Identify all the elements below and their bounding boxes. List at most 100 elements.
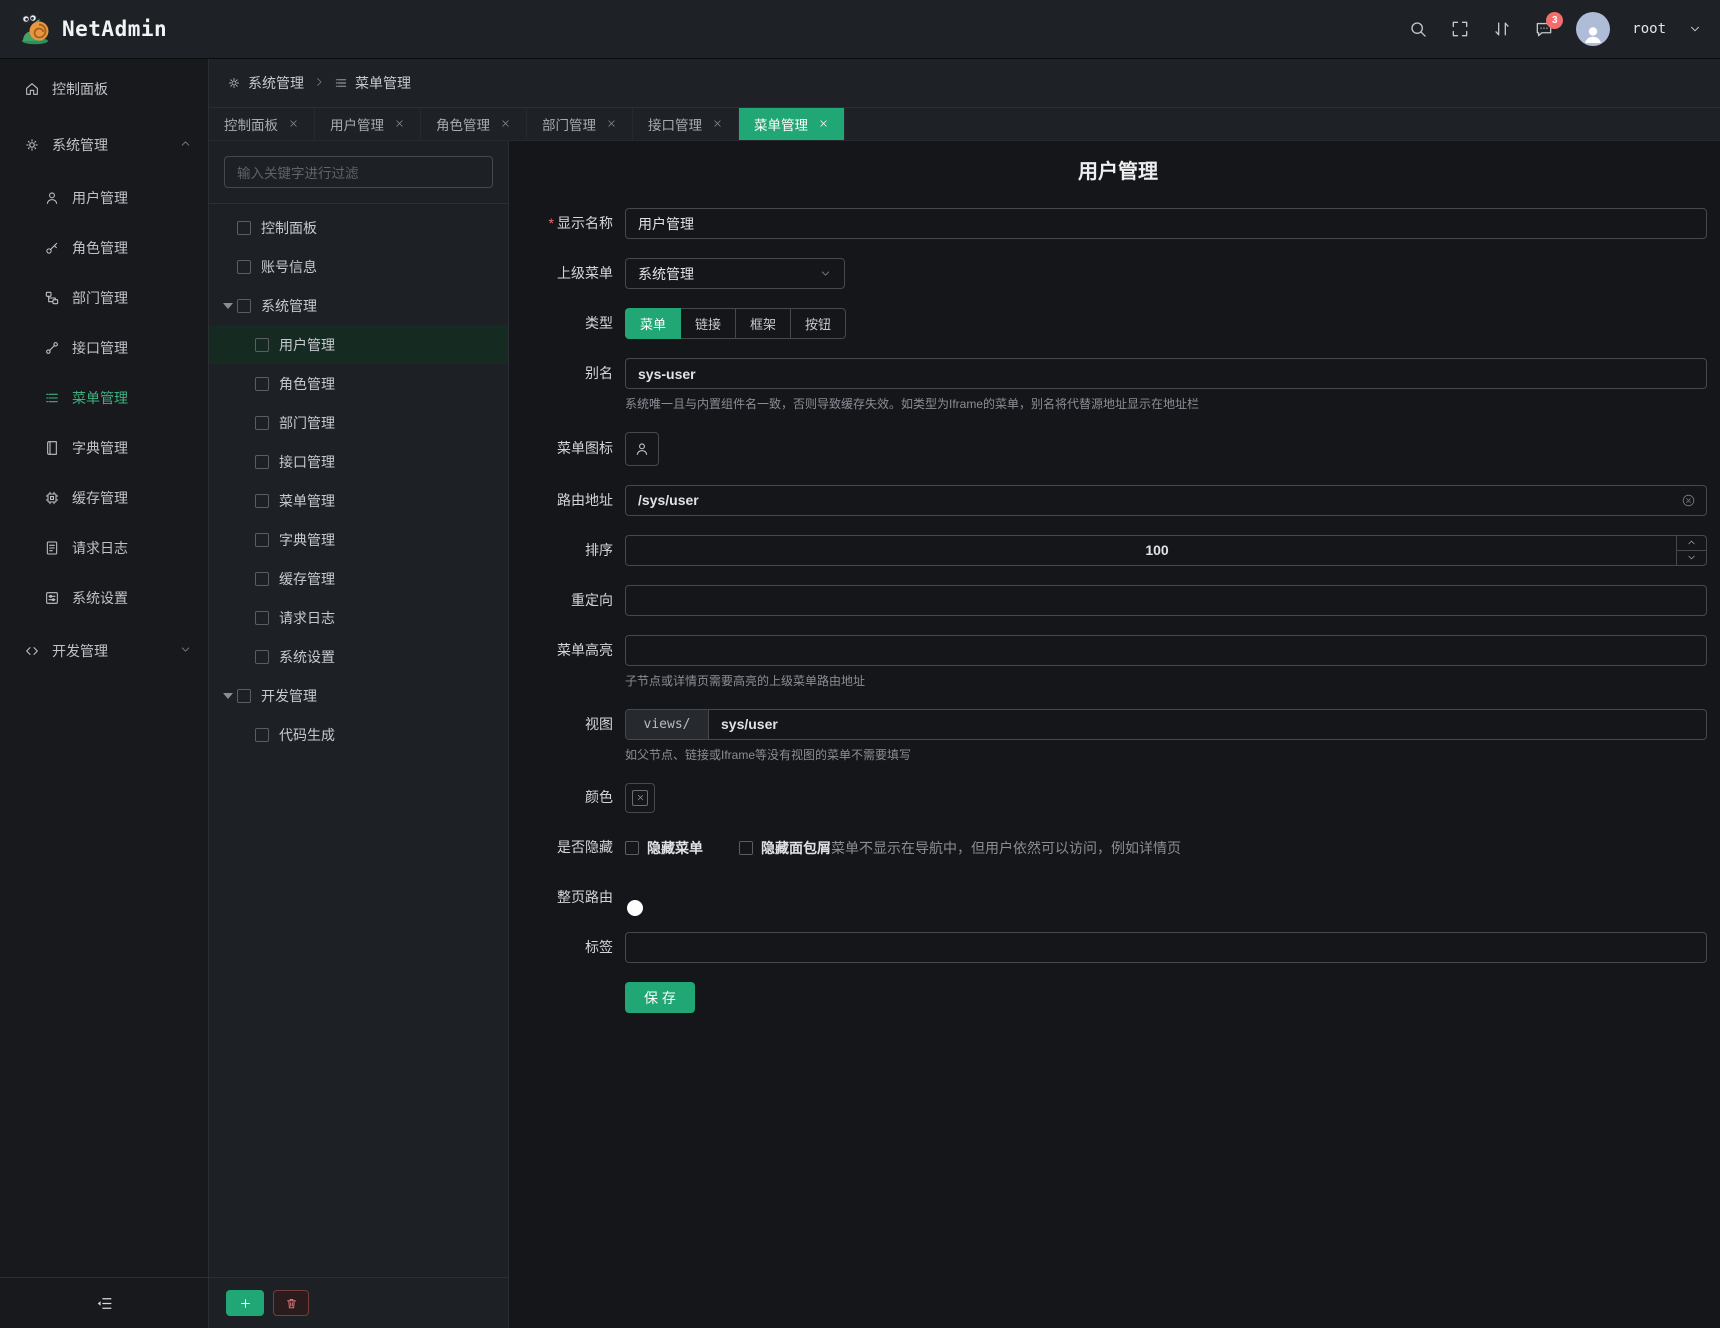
clear-icon[interactable] bbox=[1681, 493, 1696, 508]
sidebar-item-label: 接口管理 bbox=[72, 338, 192, 358]
gear-icon bbox=[227, 76, 241, 90]
tree-item[interactable]: 系统设置 bbox=[209, 637, 508, 676]
checkbox[interactable] bbox=[237, 221, 251, 235]
chevron-up-icon bbox=[179, 137, 192, 153]
menu-icon-picker-button[interactable] bbox=[625, 432, 659, 466]
field-label-display-name: *显示名称 bbox=[529, 208, 625, 239]
sidebar-item-menus[interactable]: 菜单管理 bbox=[0, 373, 208, 423]
caret-down-icon[interactable] bbox=[219, 693, 237, 699]
tree-item[interactable]: 控制面板 bbox=[209, 208, 508, 247]
sidebar-item-apis[interactable]: 接口管理 bbox=[0, 323, 208, 373]
tags-input[interactable] bbox=[625, 932, 1707, 963]
highlight-input[interactable] bbox=[625, 635, 1707, 666]
tab-dashboard[interactable]: 控制面板 bbox=[209, 108, 315, 140]
caret-down-icon[interactable] bbox=[219, 303, 237, 309]
checkbox[interactable] bbox=[237, 299, 251, 313]
tree-item[interactable]: 系统管理 bbox=[209, 286, 508, 325]
sidebar-item-dashboard[interactable]: 控制面板 bbox=[0, 61, 208, 117]
tree-item[interactable]: 代码生成 bbox=[209, 715, 508, 754]
tab-departments[interactable]: 部门管理 bbox=[527, 108, 633, 140]
alias-input[interactable]: sys-user bbox=[625, 358, 1707, 389]
color-picker-button[interactable] bbox=[625, 783, 655, 813]
checkbox[interactable] bbox=[255, 572, 269, 586]
display-name-input[interactable]: 用户管理 bbox=[625, 208, 1707, 239]
tree-item-selected[interactable]: 用户管理 bbox=[209, 325, 508, 364]
route-input[interactable]: /sys/user bbox=[625, 485, 1707, 516]
parent-menu-select[interactable]: 系统管理 bbox=[625, 258, 845, 289]
save-button[interactable]: 保 存 bbox=[625, 982, 695, 1013]
increment-button[interactable] bbox=[1677, 536, 1706, 550]
collapse-sidebar-icon[interactable] bbox=[95, 1294, 114, 1313]
close-icon[interactable] bbox=[500, 117, 511, 132]
sidebar-item-departments[interactable]: 部门管理 bbox=[0, 273, 208, 323]
sort-number-input[interactable]: 100 bbox=[625, 535, 1707, 566]
decrement-button[interactable] bbox=[1677, 550, 1706, 565]
type-option-button[interactable]: 按钮 bbox=[790, 308, 846, 339]
checkbox[interactable] bbox=[255, 533, 269, 547]
close-icon[interactable] bbox=[606, 117, 617, 132]
close-icon[interactable] bbox=[394, 117, 405, 132]
tree-item[interactable]: 缓存管理 bbox=[209, 559, 508, 598]
tab-apis[interactable]: 接口管理 bbox=[633, 108, 739, 140]
delete-menu-button[interactable] bbox=[273, 1290, 309, 1316]
code-icon bbox=[24, 643, 40, 659]
checkbox[interactable] bbox=[255, 494, 269, 508]
tab-users[interactable]: 用户管理 bbox=[315, 108, 421, 140]
tree-item[interactable]: 开发管理 bbox=[209, 676, 508, 715]
hide-breadcrumb-checkbox-group[interactable]: 隐藏面包屑 bbox=[739, 838, 831, 858]
checkbox[interactable] bbox=[255, 416, 269, 430]
chevron-down-icon[interactable] bbox=[1688, 22, 1702, 36]
view-input[interactable]: views/ sys/user bbox=[625, 709, 1707, 740]
checkbox[interactable] bbox=[255, 611, 269, 625]
tab-menus[interactable]: 菜单管理 bbox=[739, 108, 845, 140]
sidebar-item-request-logs[interactable]: 请求日志 bbox=[0, 523, 208, 573]
tree-item[interactable]: 接口管理 bbox=[209, 442, 508, 481]
checkbox[interactable] bbox=[625, 841, 639, 855]
checkbox[interactable] bbox=[237, 689, 251, 703]
sidebar-item-settings[interactable]: 系统设置 bbox=[0, 573, 208, 623]
add-menu-button[interactable] bbox=[226, 1290, 264, 1316]
checkbox[interactable] bbox=[255, 650, 269, 664]
sidebar-item-dev[interactable]: 开发管理 bbox=[0, 623, 208, 679]
sidebar-item-system[interactable]: 系统管理 bbox=[0, 117, 208, 173]
sidebar-item-roles[interactable]: 角色管理 bbox=[0, 223, 208, 273]
field-label-sort: 排序 bbox=[529, 535, 625, 566]
sidebar-item-dictionaries[interactable]: 字典管理 bbox=[0, 423, 208, 473]
swap-arrows-icon[interactable] bbox=[1492, 19, 1512, 39]
field-label-type: 类型 bbox=[529, 308, 625, 339]
tree-filter-input[interactable]: 输入关键字进行过滤 bbox=[224, 156, 493, 188]
chat-bubble-icon[interactable]: 3 bbox=[1534, 19, 1554, 39]
avatar[interactable] bbox=[1576, 12, 1610, 46]
fullscreen-icon[interactable] bbox=[1450, 19, 1470, 39]
type-option-menu[interactable]: 菜单 bbox=[625, 308, 681, 339]
type-option-iframe[interactable]: 框架 bbox=[735, 308, 791, 339]
checkbox[interactable] bbox=[237, 260, 251, 274]
search-icon[interactable] bbox=[1408, 19, 1428, 39]
checkbox[interactable] bbox=[739, 841, 753, 855]
breadcrumb-item-system[interactable]: 系统管理 bbox=[227, 73, 304, 93]
sidebar-item-users[interactable]: 用户管理 bbox=[0, 173, 208, 223]
close-icon[interactable] bbox=[712, 117, 723, 132]
sidebar-item-label: 部门管理 bbox=[72, 288, 192, 308]
tree-item[interactable]: 请求日志 bbox=[209, 598, 508, 637]
tab-roles[interactable]: 角色管理 bbox=[421, 108, 527, 140]
tree-item[interactable]: 账号信息 bbox=[209, 247, 508, 286]
app-logo: NetAdmin bbox=[18, 12, 167, 46]
tree-item[interactable]: 角色管理 bbox=[209, 364, 508, 403]
tree-item[interactable]: 字典管理 bbox=[209, 520, 508, 559]
hide-menu-checkbox-group[interactable]: 隐藏菜单 bbox=[625, 838, 703, 858]
checkbox[interactable] bbox=[255, 338, 269, 352]
sidebar-item-label: 菜单管理 bbox=[72, 388, 192, 408]
type-option-link[interactable]: 链接 bbox=[680, 308, 736, 339]
username-label[interactable]: root bbox=[1632, 21, 1666, 37]
redirect-input[interactable] bbox=[625, 585, 1707, 616]
sidebar-item-cache[interactable]: 缓存管理 bbox=[0, 473, 208, 523]
close-icon[interactable] bbox=[288, 117, 299, 132]
checkbox[interactable] bbox=[255, 455, 269, 469]
close-icon[interactable] bbox=[818, 117, 829, 132]
checkbox[interactable] bbox=[255, 377, 269, 391]
tree-item[interactable]: 部门管理 bbox=[209, 403, 508, 442]
tree-item[interactable]: 菜单管理 bbox=[209, 481, 508, 520]
checkbox[interactable] bbox=[255, 728, 269, 742]
breadcrumb-item-menus[interactable]: 菜单管理 bbox=[334, 73, 411, 93]
